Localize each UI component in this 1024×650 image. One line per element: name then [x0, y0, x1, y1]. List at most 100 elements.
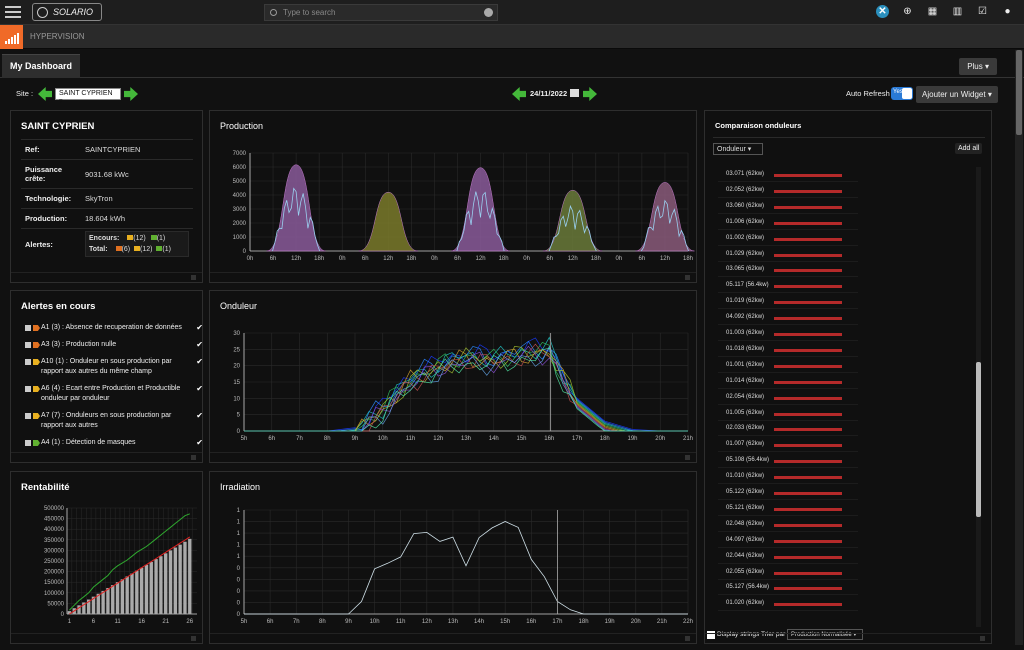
hamburger-menu-icon[interactable]	[4, 3, 22, 21]
inverter-label: 01.020 (62kw)	[726, 600, 765, 607]
inverter-row[interactable]: 01.019 (62kw)	[718, 295, 858, 310]
x-app-icon[interactable]: ✕	[876, 5, 889, 18]
inverter-bar	[774, 348, 842, 352]
user-icon[interactable]: ●	[1001, 5, 1014, 18]
next-date-arrow-icon[interactable]	[583, 87, 597, 101]
inverter-row[interactable]: 01.014 (62kw)	[718, 375, 858, 389]
list-item[interactable]: A4 (1) : Détection de masques ✔	[25, 438, 203, 446]
auto-refresh-toggle[interactable]: Yes	[891, 87, 913, 100]
inverter-row[interactable]: 04.097 (62kw)	[718, 534, 858, 548]
check-icon[interactable]: ✔	[196, 438, 203, 446]
x-tick-label: 15h	[516, 436, 526, 442]
y-tick-label: 0	[237, 577, 241, 583]
bar-chart-icon[interactable]: ▥	[951, 5, 964, 18]
inverter-row[interactable]: 05.122 (62kw)	[718, 486, 858, 500]
list-item[interactable]: A6 (4) : Ecart entre Production et Produ…	[25, 384, 203, 404]
production-panel: Production 7000 6000 5000 4000 3000 2000 1000 0…	[209, 110, 697, 283]
resize-handle-icon[interactable]	[685, 275, 690, 280]
resize-handle-icon[interactable]	[191, 636, 196, 641]
inverter-row[interactable]: 03.071 (62kw)	[718, 168, 858, 182]
resize-handle-icon[interactable]	[191, 455, 196, 460]
inverter-row[interactable]: 05.108 (56.4kw)	[718, 454, 858, 469]
calendar-icon[interactable]	[570, 89, 579, 97]
inverter-row[interactable]: 02.055 (62kw)	[718, 566, 858, 580]
inverter-row[interactable]: 02.033 (62kw)	[718, 422, 858, 437]
inverter-row[interactable]: 02.054 (62kw)	[718, 391, 858, 405]
resize-handle-icon[interactable]	[685, 636, 690, 641]
page-scrollbar[interactable]	[1015, 50, 1023, 645]
inverter-row[interactable]: 01.029 (62kw)	[718, 248, 858, 262]
search-input[interactable]: Type to search	[264, 4, 498, 21]
inverter-row[interactable]: 05.121 (62kw)	[718, 502, 858, 516]
chevron-down-icon[interactable]	[484, 8, 493, 17]
inverter-row[interactable]: 01.002 (62kw)	[718, 232, 858, 246]
expand-icon[interactable]	[25, 386, 31, 392]
resize-handle-icon[interactable]	[980, 636, 985, 641]
check-icon[interactable]: ✔	[196, 357, 203, 367]
check-icon[interactable]: ✔	[196, 340, 203, 350]
plus-dropdown-button[interactable]: Plus ▾	[959, 58, 997, 75]
list-item[interactable]: A1 (3) : Absence de recuperation de donn…	[25, 323, 203, 333]
x-tick-label: 1	[68, 619, 72, 625]
list-item[interactable]: A7 (7) : Onduleurs en sous production pa…	[25, 411, 203, 431]
x-tick-label: 12h	[660, 256, 670, 262]
inverter-row[interactable]: 02.044 (62kw)	[718, 550, 858, 564]
x-tick-label: 6h	[454, 256, 461, 262]
scrollbar[interactable]	[976, 167, 981, 627]
inverter-row[interactable]: 03.060 (62kw)	[718, 200, 858, 214]
expand-icon[interactable]	[25, 342, 31, 348]
inverter-row[interactable]: 05.117 (56.4kw)	[718, 279, 858, 294]
y-tick-label: 5000	[233, 179, 247, 185]
alert-counts: Encours: (12) (1) Total: (6) (12) (1)	[85, 231, 189, 257]
x-tick-label: 8h	[319, 619, 326, 625]
app-logo[interactable]: SOLARIO	[32, 3, 102, 21]
expand-icon[interactable]	[25, 413, 31, 419]
inverter-row[interactable]: 02.048 (62kw)	[718, 518, 858, 532]
prev-date-arrow-icon[interactable]	[512, 87, 526, 101]
onduleur-select[interactable]: Onduleur ▾	[713, 143, 763, 155]
date-display[interactable]: 24/11/2022	[530, 89, 567, 98]
x-tick-label: 10h	[370, 619, 380, 625]
inverter-row[interactable]: 01.001 (62kw)	[718, 359, 858, 373]
y-tick-label: 1	[237, 554, 241, 560]
add-all-button[interactable]: Add all	[955, 143, 983, 154]
check-icon[interactable]: ✔	[196, 411, 203, 421]
inverter-row[interactable]: 01.005 (62kw)	[718, 407, 858, 421]
checkbox-icon[interactable]: ☑	[976, 5, 989, 18]
calendar-icon[interactable]: ▦	[926, 5, 939, 18]
check-icon[interactable]: ✔	[196, 323, 203, 333]
list-item[interactable]: A10 (1) : Onduleur en sous production pa…	[25, 357, 203, 377]
expand-icon[interactable]	[25, 440, 31, 446]
y-tick-label: 0	[237, 589, 241, 595]
page-scrollbar-thumb[interactable]	[1016, 50, 1022, 135]
inverter-row[interactable]: 01.018 (62kw)	[718, 343, 858, 357]
inverter-bar	[774, 269, 842, 273]
irradiation-panel: Irradiation 1 1 1 1 1 0 0 0 0 0 5h 6h 7h 8h 9h 10h 11h 12…	[209, 471, 697, 644]
inverter-bar	[774, 571, 842, 575]
inverter-label: 01.006 (62kw)	[726, 218, 765, 225]
resize-handle-icon[interactable]	[191, 275, 196, 280]
expand-icon[interactable]	[25, 325, 31, 331]
next-site-arrow-icon[interactable]	[124, 87, 138, 101]
signal-badge[interactable]	[0, 25, 23, 49]
inverter-row[interactable]: 01.006 (62kw)	[718, 216, 858, 230]
expand-icon[interactable]	[25, 359, 31, 365]
add-circle-icon[interactable]: ⊕	[901, 5, 914, 18]
inverter-row[interactable]: 03.065 (62kw)	[718, 263, 858, 278]
resize-handle-icon[interactable]	[685, 455, 690, 460]
prev-site-arrow-icon[interactable]	[38, 87, 52, 101]
inverter-row[interactable]: 05.127 (56.4kw)	[718, 581, 858, 596]
tab-my-dashboard[interactable]: My Dashboard	[2, 54, 81, 78]
inverter-row[interactable]: 04.092 (62kw)	[718, 311, 858, 326]
scrollbar-thumb[interactable]	[976, 362, 981, 517]
inverter-row[interactable]: 01.003 (62kw)	[718, 327, 858, 341]
add-widget-button[interactable]: Ajouter un Widget ▾	[916, 86, 998, 103]
inverter-row[interactable]: 01.020 (62kw)	[718, 597, 858, 612]
list-item[interactable]: A3 (3) : Production nulle ✔	[25, 340, 203, 350]
inverter-row[interactable]: 02.052 (62kw)	[718, 184, 858, 198]
inverter-label: 05.108 (56.4kw)	[726, 457, 770, 464]
inverter-row[interactable]: 01.007 (62kw)	[718, 438, 858, 453]
inverter-row[interactable]: 01.010 (62kw)	[718, 470, 858, 485]
site-select[interactable]: SAINT CYPRIEN ▾	[55, 88, 121, 105]
check-icon[interactable]: ✔	[196, 384, 203, 394]
